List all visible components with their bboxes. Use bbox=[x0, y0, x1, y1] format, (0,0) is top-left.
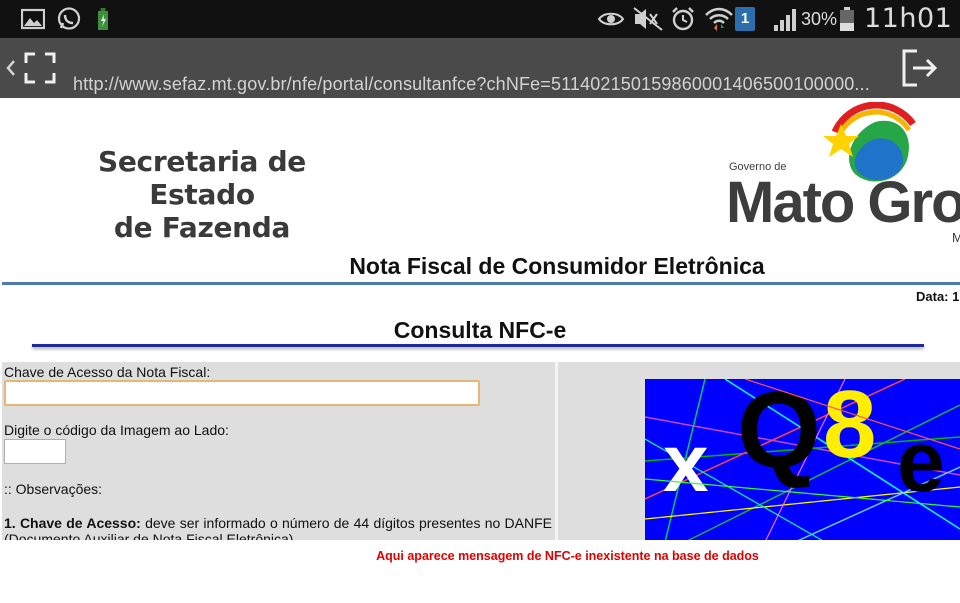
exit-icon[interactable] bbox=[900, 48, 940, 88]
sefaz-logo: Secretaria de Estado de Fazenda bbox=[50, 145, 354, 244]
access-key-input[interactable] bbox=[4, 380, 480, 406]
observations-label: :: Observações: bbox=[4, 481, 103, 497]
svg-text:8: 8 bbox=[823, 379, 876, 478]
svg-text:Q: Q bbox=[737, 379, 821, 490]
sefaz-logo-line2: de Fazenda bbox=[113, 211, 291, 244]
battery-percent: 30% bbox=[801, 9, 838, 29]
status-bar: 1 30% 11h01 bbox=[0, 0, 960, 38]
form-panel: Chave de Acesso da Nota Fiscal: Digite o… bbox=[2, 362, 555, 547]
alarm-icon bbox=[672, 7, 694, 31]
consulta-divider bbox=[32, 344, 924, 347]
eye-icon bbox=[597, 12, 625, 26]
access-key-label: Chave de Acesso da Nota Fiscal: bbox=[4, 364, 211, 380]
wifi-icon bbox=[705, 7, 733, 31]
title-divider bbox=[2, 282, 960, 285]
back-chevron-icon[interactable] bbox=[5, 59, 17, 77]
fullscreen-icon[interactable] bbox=[24, 52, 56, 84]
sefaz-logo-line1: Secretaria de Estado bbox=[97, 145, 306, 211]
battery-charging-icon bbox=[98, 8, 108, 30]
signal-icon bbox=[774, 9, 796, 31]
captcha-label: Digite o código da Imagem ao Lado: bbox=[4, 422, 229, 438]
mt-sub-label: M bbox=[952, 230, 960, 245]
captcha-input[interactable] bbox=[4, 439, 66, 464]
error-message: Aqui aparece mensagem de NFC-e inexisten… bbox=[376, 549, 759, 563]
web-page: Secretaria de Estado de Fazenda Governo … bbox=[0, 98, 960, 603]
mute-icon bbox=[633, 7, 663, 31]
svg-text:x: x bbox=[663, 418, 709, 509]
svg-text:e: e bbox=[897, 414, 945, 510]
consulta-title: Consulta NFC-e bbox=[393, 317, 567, 343]
whatsapp-icon bbox=[57, 7, 81, 30]
notification-badge: 1 bbox=[735, 7, 755, 31]
battery-icon bbox=[840, 7, 854, 31]
captcha-image: x Q 8 e bbox=[645, 379, 960, 542]
captcha-graphic: x Q 8 e bbox=[645, 379, 960, 542]
mt-name-label: Mato Gro bbox=[726, 170, 960, 235]
clock: 11h01 bbox=[864, 3, 953, 34]
browser-bar: http://www.sefaz.mt.gov.br/nfe/portal/co… bbox=[0, 38, 960, 98]
mato-grosso-logo: Governo de Mato Gro M bbox=[720, 100, 960, 250]
observation-item-title: 1. Chave de Acesso: bbox=[4, 515, 141, 531]
gallery-icon bbox=[21, 8, 45, 30]
page-title: Nota Fiscal de Consumidor Eletrônica bbox=[349, 253, 765, 279]
url-text[interactable]: http://www.sefaz.mt.gov.br/nfe/portal/co… bbox=[73, 74, 870, 95]
date-label: Data: 1 bbox=[916, 289, 960, 304]
